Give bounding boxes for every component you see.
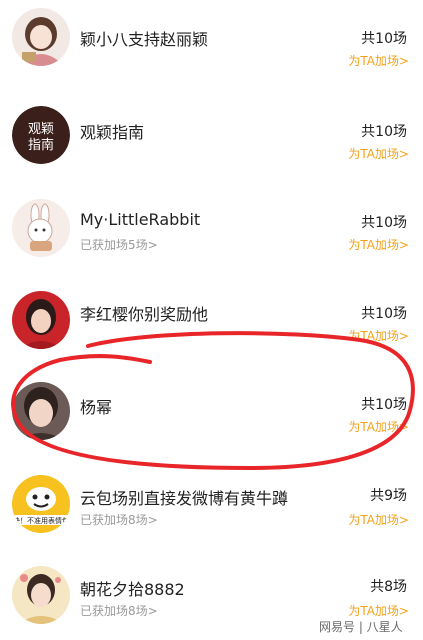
add-session-button[interactable]: 为TA加场> [348, 418, 409, 435]
add-session-button[interactable]: 为TA加场> [348, 145, 409, 162]
list-item-name: 朝花夕拾8882 [80, 580, 185, 599]
list-item-name: My·LittleRabbit [80, 210, 201, 229]
list-item[interactable]: 颖小八支持赵丽颖 共10场 为TA加场> [0, 0, 423, 81]
list-item[interactable]: 李红樱你别奖励他 共10场 为TA加场> [0, 263, 423, 354]
cartoon-face-icon[interactable]: 快！不准用表情包 [12, 475, 70, 533]
list-item-name: 杨幂 [80, 398, 113, 417]
watermark: 网易号 | 八星人 [316, 617, 406, 636]
list-item-name: 云包场别直接发微博有黄牛蹲 [80, 489, 289, 508]
extra-sessions-link[interactable]: 已获加场5场> [80, 236, 158, 253]
list-item[interactable]: 朝花夕拾8882 已获加场8场> 共8场 为TA加场> [0, 536, 423, 627]
session-count: 共9场 [370, 488, 407, 504]
add-session-button[interactable]: 为TA加场> [348, 52, 409, 69]
list-item[interactable]: 观颖 指南 观颖指南 共10场 为TA加场> [0, 81, 423, 172]
logo-line-1: 观颖 [28, 122, 54, 137]
list-item[interactable]: My·LittleRabbit 已获加场5场> 共10场 为TA加场> [0, 172, 423, 263]
woman-portrait-icon[interactable] [12, 382, 70, 440]
list-item-name: 颖小八支持赵丽颖 [80, 30, 209, 49]
extra-sessions-link[interactable]: 已获加场8场> [80, 511, 158, 528]
calligraphy-logo-icon[interactable]: 观颖 指南 [12, 106, 70, 164]
add-session-button[interactable]: 为TA加场> [348, 236, 409, 253]
session-count: 共10场 [361, 397, 407, 413]
add-session-button[interactable]: 为TA加场> [348, 511, 409, 528]
drawn-girl-icon[interactable] [12, 8, 70, 66]
list-item[interactable]: 杨幂 共10场 为TA加场> [0, 354, 423, 445]
woman-portrait-icon[interactable] [12, 566, 70, 624]
logo-line-2: 指南 [28, 137, 54, 153]
woman-portrait-icon[interactable] [12, 291, 70, 349]
session-count: 共10场 [361, 31, 407, 47]
session-count: 共8场 [370, 579, 407, 595]
session-count: 共10场 [361, 124, 407, 140]
add-session-button[interactable]: 为TA加场> [348, 327, 409, 344]
extra-sessions-link[interactable]: 已获加场8场> [80, 602, 158, 619]
list-item-name: 观颖指南 [80, 123, 145, 142]
session-count: 共10场 [361, 306, 407, 322]
sticker-caption: 快！不准用表情包 [13, 516, 69, 525]
list-item[interactable]: 快！不准用表情包 云包场别直接发微博有黄牛蹲 已获加场8场> 共9场 为TA加场… [0, 445, 423, 536]
list-item-name: 李红樱你别奖励他 [80, 305, 209, 324]
rabbit-cartoon-icon[interactable] [12, 199, 70, 257]
session-count: 共10场 [361, 215, 407, 231]
